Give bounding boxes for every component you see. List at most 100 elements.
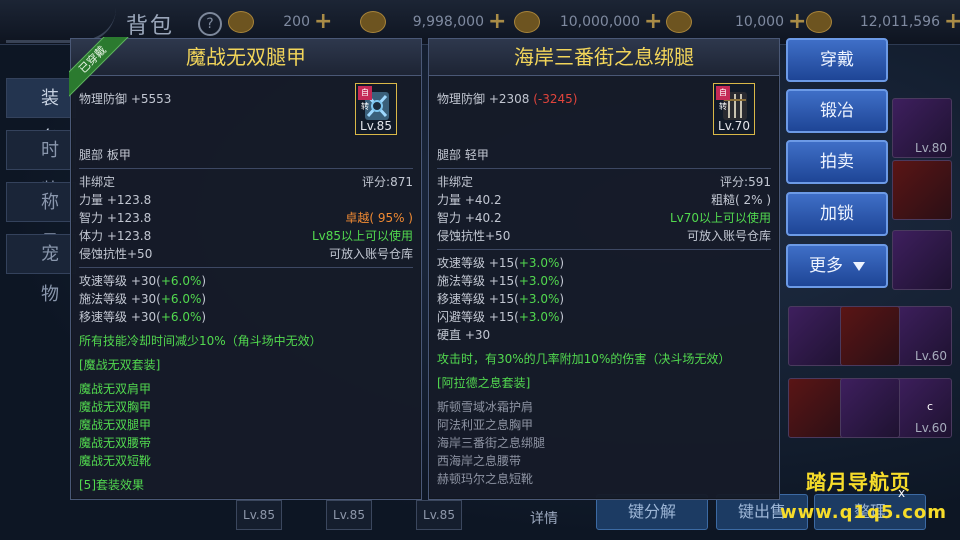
bind-row: 非绑定 评分:871 xyxy=(79,173,413,191)
bottom-item-slot[interactable]: Lv.85 xyxy=(416,500,462,530)
inventory-slot[interactable] xyxy=(892,230,952,290)
level-requirement: Lv85以上可以使用 xyxy=(311,229,413,243)
quality: 粗糙( 2% ) xyxy=(710,193,771,207)
int-row: 智力 +40.2 Lv70以上可以使用 xyxy=(437,209,771,227)
stat-bonus: +6.0% xyxy=(160,292,202,306)
add-currency-button[interactable]: + xyxy=(788,11,806,33)
stat-label: 移速等级 +30( xyxy=(79,310,161,324)
bottom-item-slot[interactable]: Lv.85 xyxy=(236,500,282,530)
stat-stiff: 硬直 +30 xyxy=(437,328,491,342)
inventory-slot[interactable] xyxy=(788,306,848,366)
compared-item-tooltip: 海岸三番街之息绑腿 自转 Lv.70 物理防御 +2308 (-3245) 腿部… xyxy=(428,38,780,500)
equipped-tag: 已穿戴 xyxy=(69,37,129,97)
inventory-slot[interactable]: Lv.60 xyxy=(892,306,952,366)
divider xyxy=(79,168,413,169)
slot-level: Lv.60 xyxy=(915,421,947,435)
set-item-label: 魔战无双肩甲 xyxy=(79,382,152,396)
add-currency-button[interactable]: + xyxy=(314,11,332,33)
auction-button[interactable]: 拍卖 xyxy=(786,140,888,184)
stat-row: 移速等级 +30(+6.0%) xyxy=(79,308,413,326)
divider xyxy=(437,249,771,250)
item-level: Lv.70 xyxy=(718,119,750,133)
inventory-slot[interactable] xyxy=(788,378,848,438)
tab-pet[interactable]: 宠物 xyxy=(6,234,76,305)
stat-bonus: +6.0% xyxy=(160,310,202,324)
stat-vit: 体力 +123.8 xyxy=(79,229,152,243)
set-item: 斯顿雪域冰霜护肩 xyxy=(437,398,771,416)
inventory-slot[interactable] xyxy=(840,306,900,366)
item-badge: 自转 xyxy=(716,86,730,111)
set-item: 赫顿玛尔之息短靴 xyxy=(437,470,771,488)
forge-button[interactable]: 锻冶 xyxy=(786,89,888,133)
divider xyxy=(437,168,771,169)
item-icon: 自转 Lv.70 xyxy=(713,83,755,135)
res-row: 侵蚀抗性+50 可放入账号仓库 xyxy=(79,245,413,263)
add-currency-button[interactable]: + xyxy=(944,11,960,33)
add-currency-button[interactable]: + xyxy=(488,11,506,33)
set-item: 西海岸之息腰带 xyxy=(437,452,771,470)
phys-def-diff: (-3245) xyxy=(533,92,578,106)
stat-row: 攻速等级 +30(+6.0%) xyxy=(79,272,413,290)
slot-level: Lv.80 xyxy=(915,141,947,155)
more-label: 更多 xyxy=(809,256,843,276)
inventory-slot[interactable]: Lv.80 xyxy=(892,98,952,158)
set-item-label: 魔战无双胸甲 xyxy=(79,400,152,414)
close-icon[interactable]: x xyxy=(898,486,905,500)
storage-note: 可放入账号仓库 xyxy=(328,247,413,261)
stat-label: 闪避等级 +15( xyxy=(437,310,519,324)
stiff-row: 硬直 +30 xyxy=(437,326,771,344)
stat-label: 施法等级 +30( xyxy=(79,292,161,306)
inventory-slot[interactable] xyxy=(840,378,900,438)
chest-icon xyxy=(360,11,386,33)
more-button[interactable]: 更多 xyxy=(786,244,888,288)
stat-label: 攻速等级 +30( xyxy=(79,274,161,288)
stat-row: 闪避等级 +15(+3.0%) xyxy=(437,308,771,326)
lock-button[interactable]: 加锁 xyxy=(786,192,888,236)
item-icon: 自转 Lv.85 xyxy=(355,83,397,135)
currency-value: 10,000 xyxy=(735,14,784,30)
detail-button[interactable]: 详情 xyxy=(530,508,558,528)
wear-button[interactable]: 穿戴 xyxy=(786,38,888,82)
stat-int: 智力 +40.2 xyxy=(437,211,502,225)
set-name: [魔战无双套装] xyxy=(79,358,161,372)
stat-label: 移速等级 +15( xyxy=(437,292,519,306)
int-row: 智力 +123.8 卓越( 95% ) xyxy=(79,209,413,227)
currency-value: 12,011,596 xyxy=(859,14,940,30)
set-item: 魔战无双短靴 xyxy=(79,452,413,470)
tab-title[interactable]: 称号 xyxy=(6,182,76,253)
tab-fashion[interactable]: 时装 xyxy=(6,130,76,201)
set-effect: [5]套装效果 xyxy=(79,478,144,492)
help-icon[interactable]: ? xyxy=(198,12,222,36)
slot-type: 腿部 轻甲 xyxy=(437,148,489,162)
storage-note: 可放入账号仓库 xyxy=(686,229,771,243)
inventory-slot[interactable] xyxy=(892,160,952,220)
stat-bonus: +3.0% xyxy=(518,274,560,288)
add-currency-button[interactable]: + xyxy=(644,11,662,33)
str-row: 力量 +123.8 xyxy=(79,191,413,209)
stat-row: 施法等级 +15(+3.0%) xyxy=(437,272,771,290)
inventory-slot[interactable]: Lv.60 xyxy=(892,378,952,438)
tab-equipment[interactable]: 装备 xyxy=(6,78,76,149)
res-row: 侵蚀抗性+50 可放入账号仓库 xyxy=(437,227,771,245)
set-item-label: 魔战无双腿甲 xyxy=(79,418,152,432)
page-title: 背包 xyxy=(126,14,175,39)
set-item: 魔战无双胸甲 xyxy=(79,398,413,416)
stat-row: 施法等级 +30(+6.0%) xyxy=(79,290,413,308)
set-item: 魔战无双腰带 xyxy=(79,434,413,452)
item-badge: 自转 xyxy=(358,86,372,111)
skill-effect: 攻击时，有30%的几率附加10%的伤害（决斗场无效） xyxy=(437,352,731,366)
set-item-label: 魔战无双腰带 xyxy=(79,436,152,450)
stat-end: ) xyxy=(201,292,207,306)
str-row: 力量 +40.2 粗糙( 2% ) xyxy=(437,191,771,209)
level-requirement: Lv70以上可以使用 xyxy=(669,211,771,225)
slot-level: Lv.60 xyxy=(915,349,947,363)
currency-value: 10,000,000 xyxy=(559,14,640,30)
item-name: 海岸三番街之息绑腿 xyxy=(429,39,779,76)
bind-row: 非绑定 评分:591 xyxy=(437,173,771,191)
vit-row: 体力 +123.8 Lv85以上可以使用 xyxy=(79,227,413,245)
set-item: 阿法利亚之息胸甲 xyxy=(437,416,771,434)
stat-str: 力量 +40.2 xyxy=(437,193,502,207)
bottom-item-slot[interactable]: Lv.85 xyxy=(326,500,372,530)
currency-gem: 200 + xyxy=(228,10,332,34)
stat-end: ) xyxy=(201,310,207,324)
